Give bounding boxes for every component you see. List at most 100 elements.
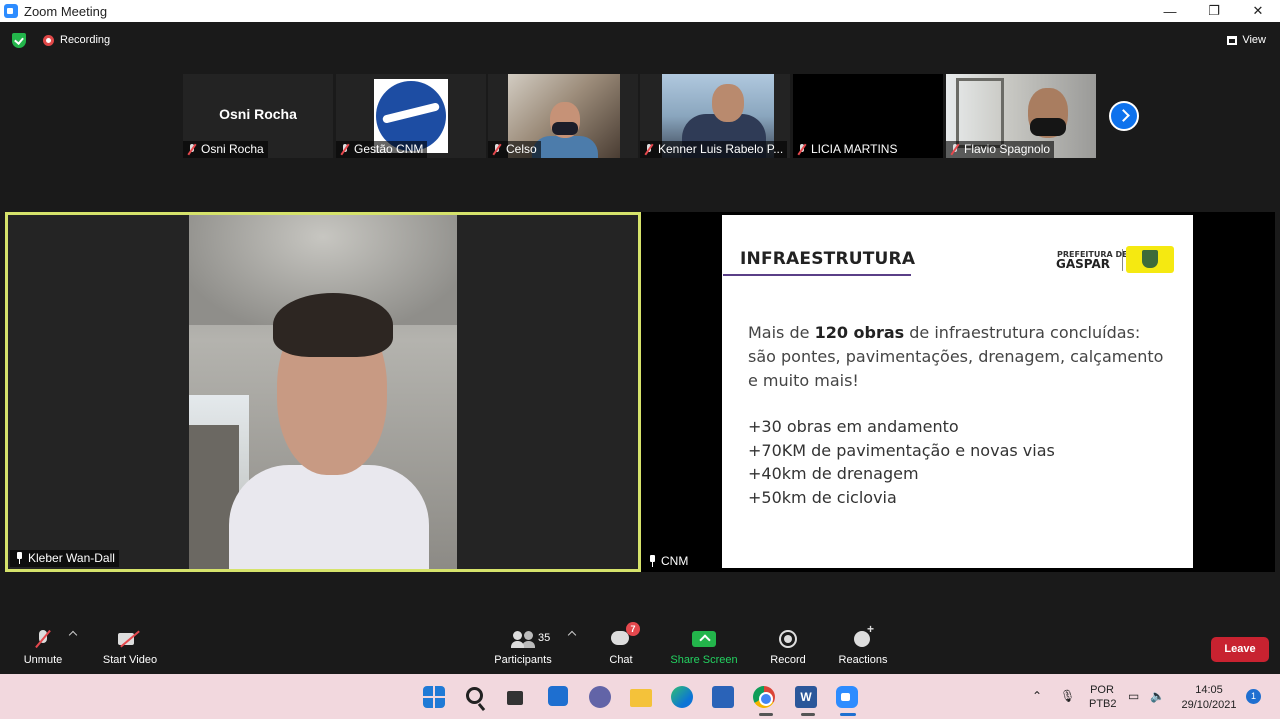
muted-mic-icon — [950, 144, 960, 155]
share-screen-icon — [692, 628, 716, 650]
participant-thumbnail[interactable]: Osni Rocha Osni Rocha — [183, 74, 333, 158]
widgets-icon[interactable] — [548, 686, 568, 706]
running-indicator — [759, 713, 773, 716]
participants-label: Participants — [494, 654, 552, 666]
edge-browser-icon[interactable] — [671, 686, 693, 708]
meeting-topbar: Recording View — [0, 22, 1280, 60]
reactions-button[interactable]: Reactions — [835, 622, 891, 666]
participants-count: 35 — [538, 632, 551, 644]
participant-thumbnail[interactable]: Kenner Luis Rabelo P... — [640, 74, 790, 158]
close-button[interactable]: ✕ — [1236, 0, 1280, 22]
record-label: Record — [770, 654, 806, 666]
record-button[interactable]: Record — [766, 628, 810, 666]
video-off-icon — [118, 628, 142, 650]
chat-label: Chat — [609, 654, 633, 666]
zoom-logo-icon — [4, 4, 18, 18]
share-screen-label: Share Screen — [670, 654, 738, 666]
word-app-icon[interactable]: W — [795, 686, 817, 708]
keyboard-layout: PTB2 — [1089, 698, 1117, 710]
show-hidden-icons-icon[interactable]: ⌃ — [1032, 689, 1042, 703]
participants-caret-icon[interactable] — [567, 630, 577, 640]
shared-screen-view[interactable]: INFRAESTRUTURA PREFEITURA DE GASPAR Mais… — [641, 212, 1275, 572]
windows-taskbar: W — [0, 674, 1280, 719]
notification-count-badge[interactable]: 1 — [1246, 689, 1261, 704]
share-name-tag: CNM — [643, 553, 693, 570]
slide-list-item: +40km de drenagem — [748, 464, 919, 483]
clock[interactable]: 14:05 29/10/2021 — [1180, 683, 1238, 713]
reactions-label: Reactions — [838, 654, 888, 666]
participant-name-tag: Kenner Luis Rabelo P... — [640, 141, 788, 158]
participant-thumbnail[interactable]: LICIA MARTINS — [793, 74, 943, 158]
muted-mic-icon — [492, 144, 502, 155]
participant-name-tag: Gestão CNM — [336, 141, 428, 158]
view-grid-icon — [1227, 35, 1238, 45]
unmute-button[interactable]: Unmute — [18, 628, 68, 666]
window-titlebar: Zoom Meeting — ❐ ✕ — [0, 0, 1280, 22]
participant-thumbnail[interactable]: Flavio Spagnolo — [946, 74, 1096, 158]
slide-list-item: +50km de ciclovia — [748, 487, 897, 507]
brand-divider — [1122, 249, 1123, 271]
recording-dot-icon — [43, 34, 54, 46]
muted-mic-icon — [644, 144, 654, 155]
view-button[interactable]: View — [1227, 34, 1266, 46]
language-code: POR — [1090, 684, 1114, 696]
chat-unread-badge: 7 — [626, 622, 640, 636]
active-speaker-video[interactable]: Kleber Wan-Dall — [5, 212, 641, 572]
chrome-browser-icon[interactable] — [753, 686, 775, 708]
slide-paragraph: Mais de 120 obras de infraestrutura conc… — [748, 323, 1164, 390]
muted-mic-icon — [36, 628, 50, 650]
slide-heading: INFRAESTRUTURA — [740, 249, 916, 269]
pin-icon — [15, 552, 24, 564]
teams-chat-icon[interactable] — [589, 686, 611, 708]
running-indicator — [801, 713, 815, 716]
participant-name-tag: Flavio Spagnolo — [946, 141, 1055, 158]
pin-icon — [648, 555, 657, 567]
meeting-toolbar: Unmute Start Video Participants 35 7 Cha… — [0, 620, 1280, 674]
participant-name-tag: Osni Rocha — [183, 141, 268, 158]
chat-icon: 7 — [610, 622, 640, 650]
language-indicator[interactable]: POR PTB2 — [1089, 683, 1117, 711]
start-video-button[interactable]: Start Video — [98, 628, 162, 666]
speaker-video-frame — [189, 215, 457, 569]
chat-button[interactable]: 7 Chat — [602, 622, 640, 666]
slide-list-item: +70KM de pavimentação e novas vias — [748, 440, 1055, 460]
muted-mic-icon — [187, 144, 197, 155]
file-explorer-icon[interactable] — [630, 689, 652, 707]
slide-list: +30 obras em andamento +70KM de paviment… — [748, 415, 1055, 509]
unmute-label: Unmute — [23, 654, 63, 666]
view-label: View — [1242, 34, 1266, 46]
muted-mic-icon — [340, 144, 350, 155]
network-icon[interactable]: ▭ — [1128, 689, 1139, 703]
active-app-indicator — [840, 713, 856, 716]
task-view-icon[interactable] — [507, 691, 523, 705]
window-title: Zoom Meeting — [24, 3, 108, 19]
zoom-app-icon[interactable] — [836, 686, 858, 708]
speaker-name-tag: Kleber Wan-Dall — [10, 550, 119, 567]
leave-button[interactable]: Leave — [1211, 637, 1269, 662]
microphone-tray-icon[interactable]: 🎙 — [1060, 689, 1075, 703]
next-page-button[interactable] — [1109, 101, 1139, 131]
record-icon — [777, 628, 799, 650]
city-crest-icon — [1142, 250, 1158, 268]
audio-options-caret-icon[interactable] — [68, 630, 78, 640]
presentation-slide: INFRAESTRUTURA PREFEITURA DE GASPAR Mais… — [722, 215, 1193, 568]
heading-underline — [723, 274, 911, 276]
brand-name-text: GASPAR — [1056, 257, 1110, 271]
store-icon[interactable] — [712, 686, 734, 708]
participant-thumbnail[interactable]: Gestão CNM — [336, 74, 486, 158]
share-screen-button[interactable]: Share Screen — [668, 628, 740, 666]
recording-indicator[interactable]: Recording — [43, 34, 110, 46]
minimize-button[interactable]: — — [1148, 0, 1192, 22]
restore-button[interactable]: ❐ — [1192, 0, 1236, 22]
participant-name-tag: LICIA MARTINS — [793, 141, 902, 158]
security-shield-icon[interactable] — [12, 33, 26, 48]
search-icon[interactable] — [466, 687, 483, 704]
volume-icon[interactable]: 🔈 — [1150, 689, 1165, 703]
slide-list-item: +30 obras em andamento — [748, 417, 959, 436]
start-menu-icon[interactable] — [423, 686, 445, 708]
participant-display-name: Osni Rocha — [219, 106, 297, 122]
start-video-label: Start Video — [102, 654, 158, 666]
participant-thumbnail[interactable]: Celso — [488, 74, 638, 158]
participant-name-tag: Celso — [488, 141, 541, 158]
recording-label: Recording — [60, 34, 111, 46]
